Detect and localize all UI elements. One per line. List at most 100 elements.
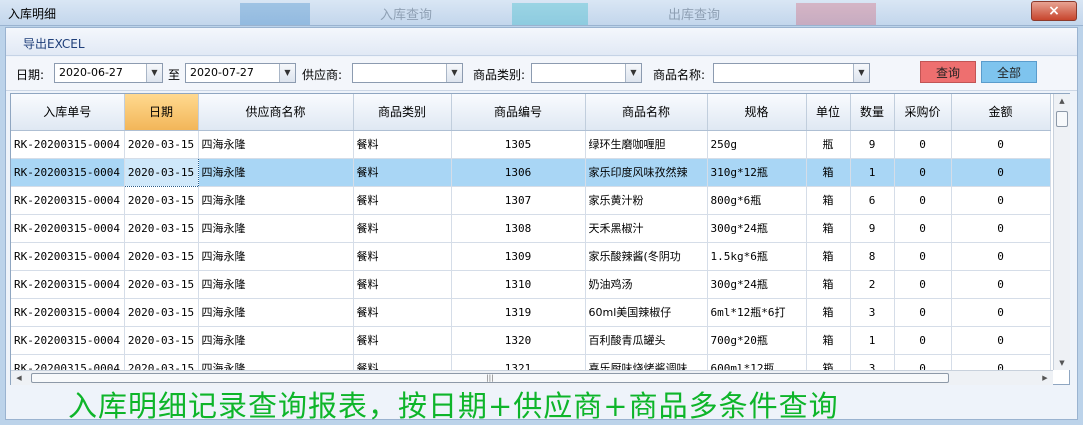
table-cell[interactable]: 餐料	[353, 298, 452, 327]
table-cell[interactable]: 0	[951, 326, 1051, 355]
table-cell[interactable]: 2	[850, 270, 895, 299]
table-cell[interactable]: 1320	[451, 326, 586, 355]
table-cell[interactable]: 8	[850, 242, 895, 271]
date-to-picker[interactable]: 2020-07-27 ▼	[185, 63, 296, 83]
table-cell[interactable]: 0	[894, 270, 952, 299]
table-cell[interactable]: 1	[850, 326, 895, 355]
table-row[interactable]: RK-20200315-0004 2020-03-15 四海永隆 餐料 1307 家乐黄汁…	[11, 186, 1051, 215]
table-cell[interactable]: RK-20200315-0004	[11, 298, 125, 327]
table-cell[interactable]: 四海永隆	[198, 298, 354, 327]
chevron-down-icon[interactable]: ▼	[853, 64, 869, 82]
window-titlebar[interactable]: 入库明细 入库查询 出库查询 ×	[0, 0, 1083, 26]
table-cell[interactable]: 0	[951, 298, 1051, 327]
scroll-up-icon[interactable]: ▲	[1054, 94, 1070, 108]
table-cell[interactable]: 250g	[707, 130, 807, 159]
date-from-picker[interactable]: 2020-06-27 ▼	[54, 63, 163, 83]
table-cell[interactable]: 0	[894, 326, 952, 355]
table-cell[interactable]: 9	[850, 214, 895, 243]
table-row[interactable]: RK-20200315-0004 2020-03-15 四海永隆 餐料 1310 奶油鸡汤…	[11, 270, 1051, 299]
table-cell[interactable]: 2020-03-15	[124, 242, 199, 271]
table-cell[interactable]: 1307	[451, 186, 586, 215]
table-cell[interactable]: 6ml*12瓶*6打	[707, 298, 807, 327]
table-cell[interactable]: 300g*24瓶	[707, 270, 807, 299]
table-cell[interactable]: 60ml美国辣椒仔	[585, 298, 708, 327]
table-cell[interactable]: 家乐印度风味孜然辣	[585, 158, 708, 187]
column-header[interactable]: 商品编号	[451, 94, 586, 131]
table-cell[interactable]: 9	[850, 130, 895, 159]
table-cell[interactable]: 箱	[806, 158, 851, 187]
table-cell[interactable]: 餐料	[353, 130, 452, 159]
table-cell[interactable]: 800g*6瓶	[707, 186, 807, 215]
table-cell[interactable]: 2020-03-15	[124, 326, 199, 355]
table-cell[interactable]: 0	[951, 242, 1051, 271]
table-cell[interactable]: 0	[894, 130, 952, 159]
show-all-button[interactable]: 全部	[981, 61, 1037, 83]
table-cell[interactable]: 箱	[806, 242, 851, 271]
table-cell[interactable]: 2020-03-15	[124, 186, 199, 215]
chevron-down-icon[interactable]: ▼	[446, 64, 462, 82]
table-row[interactable]: RK-20200315-0004 2020-03-15 四海永隆 餐料 1320 百利酸青…	[11, 326, 1051, 355]
column-header[interactable]: 单位	[806, 94, 851, 131]
column-header[interactable]: 日期	[124, 94, 199, 131]
horizontal-scroll-thumb[interactable]: |||	[31, 373, 949, 383]
table-cell[interactable]: RK-20200315-0004	[11, 326, 125, 355]
table-cell[interactable]: 四海永隆	[198, 242, 354, 271]
table-cell[interactable]: 四海永隆	[198, 270, 354, 299]
table-cell[interactable]: 箱	[806, 270, 851, 299]
vertical-scrollbar[interactable]: ▲ ▼	[1053, 94, 1070, 370]
supplier-select[interactable]: ▼	[352, 63, 463, 83]
column-header[interactable]: 数量	[850, 94, 895, 131]
table-cell[interactable]: 四海永隆	[198, 214, 354, 243]
table-cell[interactable]: 家乐酸辣酱(冬阴功	[585, 242, 708, 271]
table-row[interactable]: RK-20200315-0004 2020-03-15 四海永隆 餐料 1308 天禾黑椒…	[11, 214, 1051, 243]
table-cell[interactable]: 310g*12瓶	[707, 158, 807, 187]
table-cell[interactable]: 2020-03-15	[124, 214, 199, 243]
table-cell[interactable]: RK-20200315-0004	[11, 270, 125, 299]
chevron-down-icon[interactable]: ▼	[625, 64, 641, 82]
table-row[interactable]: RK-20200315-0004 2020-03-15 四海永隆 餐料 1319 60ml…	[11, 298, 1051, 327]
table-cell[interactable]: 1	[850, 158, 895, 187]
column-header[interactable]: 采购价	[894, 94, 952, 131]
table-cell[interactable]: 箱	[806, 186, 851, 215]
table-cell[interactable]: 1305	[451, 130, 586, 159]
table-cell[interactable]: 1306	[451, 158, 586, 187]
table-cell[interactable]: 餐料	[353, 242, 452, 271]
table-cell[interactable]: 瓶	[806, 130, 851, 159]
table-cell[interactable]: 箱	[806, 326, 851, 355]
table-cell[interactable]: 餐料	[353, 158, 452, 187]
export-excel-menu[interactable]: 导出EXCEL	[23, 35, 85, 52]
table-cell[interactable]: 四海永隆	[198, 326, 354, 355]
vertical-scroll-thumb[interactable]	[1056, 111, 1068, 127]
table-cell[interactable]: 百利酸青瓜罐头	[585, 326, 708, 355]
table-cell[interactable]: 700g*20瓶	[707, 326, 807, 355]
table-cell[interactable]: 3	[850, 298, 895, 327]
table-cell[interactable]: 0	[951, 186, 1051, 215]
table-cell[interactable]: 箱	[806, 214, 851, 243]
table-cell[interactable]: 天禾黑椒汁	[585, 214, 708, 243]
table-cell[interactable]: 0	[894, 214, 952, 243]
query-button[interactable]: 查询	[920, 61, 976, 83]
column-header[interactable]: 金额	[951, 94, 1051, 131]
column-header[interactable]: 商品名称	[585, 94, 708, 131]
scroll-left-icon[interactable]: ◀	[11, 371, 27, 385]
table-cell[interactable]: 6	[850, 186, 895, 215]
product-select[interactable]: ▼	[713, 63, 870, 83]
table-cell[interactable]: 奶油鸡汤	[585, 270, 708, 299]
table-cell[interactable]: 2020-03-15	[123, 157, 199, 187]
category-select[interactable]: ▼	[531, 63, 642, 83]
table-cell[interactable]: 0	[894, 298, 952, 327]
close-button[interactable]: ×	[1031, 1, 1077, 21]
table-cell[interactable]: 1308	[451, 214, 586, 243]
table-row[interactable]: RK-20200315-0004 2020-03-15 四海永隆 餐料 1306 家乐印度…	[11, 157, 1051, 187]
table-cell[interactable]: 餐料	[353, 186, 452, 215]
table-cell[interactable]: 箱	[806, 298, 851, 327]
table-cell[interactable]: 餐料	[353, 326, 452, 355]
table-cell[interactable]: 2020-03-15	[124, 130, 199, 159]
table-cell[interactable]: 餐料	[353, 270, 452, 299]
column-header[interactable]: 商品类别	[353, 94, 452, 131]
table-cell[interactable]: 0	[894, 158, 952, 187]
table-cell[interactable]: RK-20200315-0004	[11, 130, 125, 159]
table-row[interactable]: RK-20200315-0004 2020-03-15 四海永隆 餐料 1309 家乐酸辣…	[11, 242, 1051, 271]
table-cell[interactable]: 0	[951, 214, 1051, 243]
table-cell[interactable]: RK-20200315-0004	[11, 242, 125, 271]
